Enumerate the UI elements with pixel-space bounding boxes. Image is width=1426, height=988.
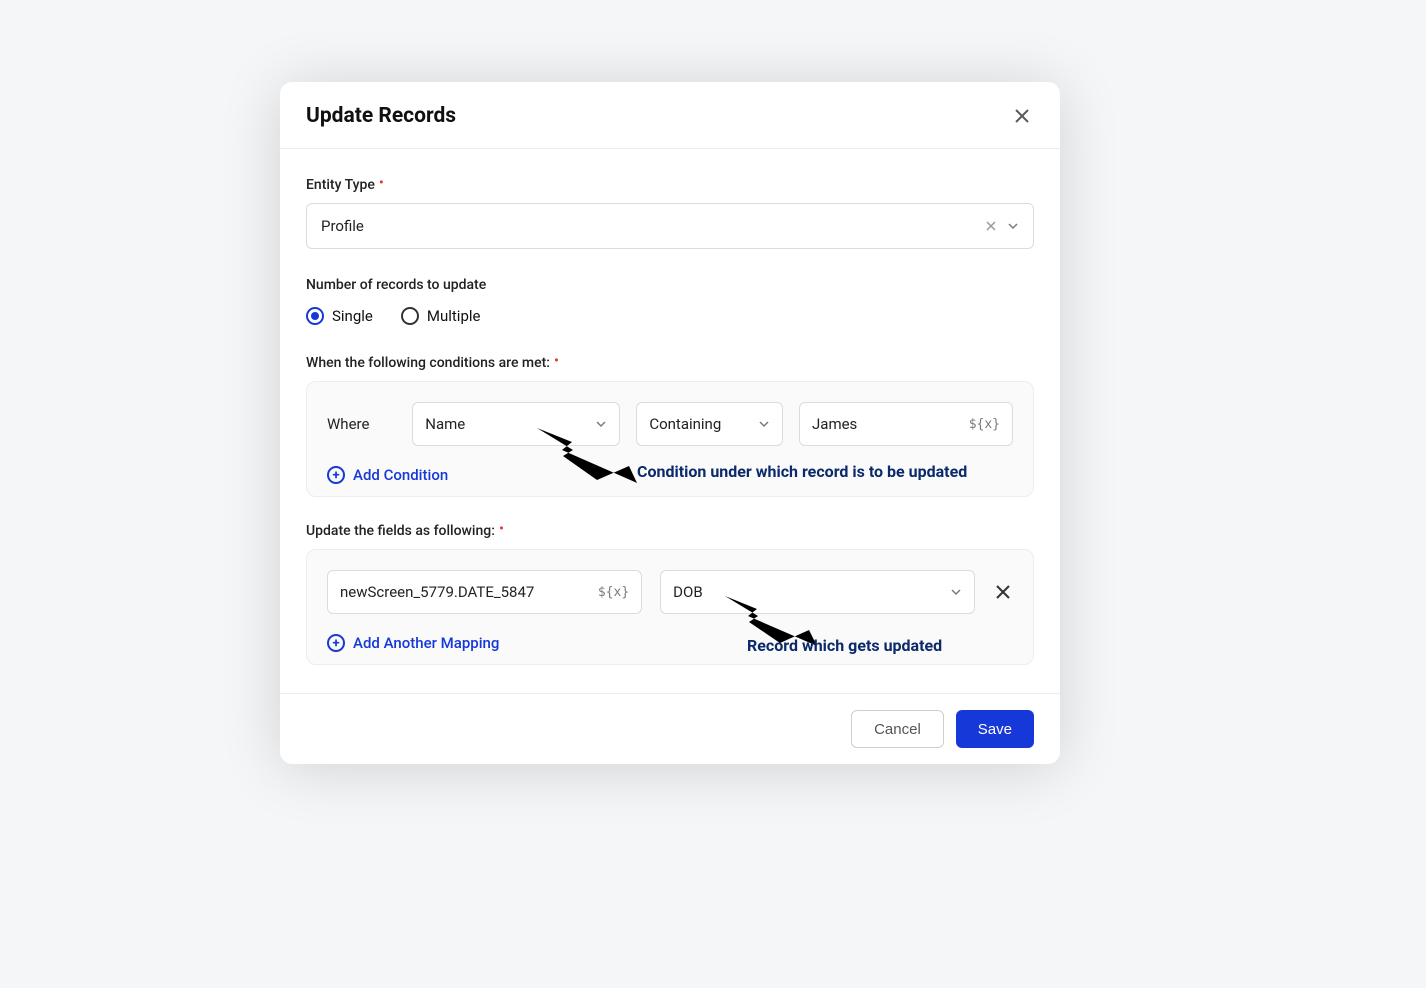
condition-field-value: Name <box>425 415 465 433</box>
conditions-panel: Where Name Containing James ${x} <box>306 381 1034 497</box>
mapping-target-select[interactable]: DOB <box>660 570 975 614</box>
required-indicator: • <box>499 521 504 537</box>
chevron-down-icon <box>950 586 962 598</box>
clear-icon[interactable] <box>985 220 997 232</box>
chevron-down-icon <box>1007 220 1019 232</box>
variable-picker-icon[interactable]: ${x} <box>969 417 1000 432</box>
conditions-label-text: When the following conditions are met: <box>306 355 550 371</box>
records-count-label: Number of records to update <box>306 277 1034 293</box>
mapping-source-value: newScreen_5779.DATE_5847 <box>340 583 534 601</box>
condition-field-select[interactable]: Name <box>412 402 620 446</box>
radio-multiple-label: Multiple <box>427 307 481 325</box>
radio-unchecked-icon <box>401 307 419 325</box>
modal-body: Entity Type • Profile Number of records … <box>280 149 1060 693</box>
close-icon <box>995 584 1011 600</box>
radio-single[interactable]: Single <box>306 307 373 325</box>
update-records-modal: Update Records Entity Type • Profile <box>280 82 1060 764</box>
condition-operator-select[interactable]: Containing <box>636 402 783 446</box>
close-icon <box>1013 107 1031 125</box>
radio-multiple[interactable]: Multiple <box>401 307 481 325</box>
entity-type-label-text: Entity Type <box>306 177 375 193</box>
save-button[interactable]: Save <box>956 710 1034 748</box>
radio-single-label: Single <box>332 307 373 325</box>
mapping-label-text: Update the fields as following: <box>306 523 495 539</box>
plus-circle-icon: + <box>327 466 345 484</box>
cancel-button[interactable]: Cancel <box>851 710 944 748</box>
radio-checked-icon <box>306 307 324 325</box>
chevron-down-icon <box>758 418 770 430</box>
required-indicator: • <box>554 353 559 369</box>
condition-row: Where Name Containing James ${x} <box>327 402 1013 446</box>
required-indicator: • <box>379 175 384 191</box>
entity-type-value: Profile <box>321 217 364 235</box>
conditions-label: When the following conditions are met: • <box>306 355 1034 371</box>
mapping-label: Update the fields as following: • <box>306 523 1034 539</box>
where-label: Where <box>327 415 396 433</box>
modal-footer: Cancel Save <box>280 693 1060 764</box>
mapping-source-input[interactable]: newScreen_5779.DATE_5847 ${x} <box>327 570 642 614</box>
condition-operator-value: Containing <box>649 415 721 433</box>
condition-value-text: James <box>812 415 857 433</box>
records-count-radio-group: Single Multiple <box>306 307 1034 325</box>
mapping-panel: newScreen_5779.DATE_5847 ${x} DOB <box>306 549 1034 665</box>
add-condition-label: Add Condition <box>353 466 448 484</box>
chevron-down-icon <box>595 418 607 430</box>
variable-picker-icon[interactable]: ${x} <box>598 585 629 600</box>
mapping-target-value: DOB <box>673 583 703 601</box>
remove-mapping-button[interactable] <box>993 582 1013 602</box>
add-condition-button[interactable]: + Add Condition <box>327 466 1013 484</box>
add-mapping-label: Add Another Mapping <box>353 634 499 652</box>
modal-title: Update Records <box>306 104 456 128</box>
entity-type-select[interactable]: Profile <box>306 203 1034 249</box>
condition-value-input[interactable]: James ${x} <box>799 402 1013 446</box>
mapping-row: newScreen_5779.DATE_5847 ${x} DOB <box>327 570 1013 614</box>
close-button[interactable] <box>1010 104 1034 128</box>
plus-circle-icon: + <box>327 634 345 652</box>
add-mapping-button[interactable]: + Add Another Mapping <box>327 634 1013 652</box>
modal-header: Update Records <box>280 82 1060 149</box>
entity-type-label: Entity Type • <box>306 177 1034 193</box>
